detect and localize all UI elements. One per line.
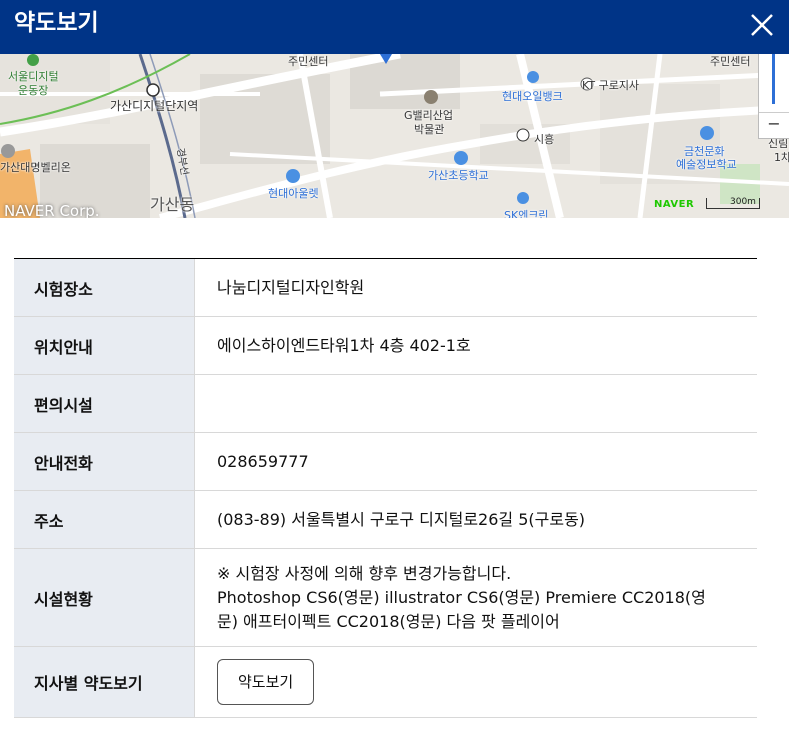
row-label: 위치안내 (14, 317, 194, 374)
branch-map-button[interactable]: 약도보기 (217, 659, 315, 705)
modal-header: 약도보기 (0, 0, 789, 54)
info-table: 시험장소 나눔디지털디자인학원 위치안내 에이스하이엔드타워1차 4층 402-… (14, 258, 757, 718)
row-value: 나눔디지털디자인학원 (194, 259, 757, 316)
zoom-slider[interactable] (772, 54, 775, 104)
row-label: 편의시설 (14, 375, 194, 432)
table-row: 시설현황 ※ 시험장 사정에 의해 향후 변경가능합니다. Photoshop … (14, 549, 757, 647)
row-label: 시설현황 (14, 549, 194, 646)
map-view[interactable]: 주민센터 주민센터 서울디지털 운동장 가산디지털단지역 가산대명벨리온 G밸리… (0, 54, 789, 218)
row-label: 시험장소 (14, 259, 194, 316)
zoom-control[interactable]: − (758, 54, 789, 139)
zoom-out-button[interactable]: − (759, 112, 789, 137)
row-value: 약도보기 (194, 647, 757, 717)
map-graphic (0, 54, 789, 218)
phone-value: 028659777 (194, 433, 757, 490)
facility-value: ※ 시험장 사정에 의해 향후 변경가능합니다. Photoshop CS6(영… (194, 549, 757, 646)
map-label: 가산대명벨리온 (0, 161, 71, 174)
table-row: 시험장소 나눔디지털디자인학원 (14, 259, 757, 317)
facility-note: ※ 시험장 사정에 의해 향후 변경가능합니다. (217, 563, 512, 583)
table-row: 주소 (083-89) 서울특별시 구로구 디지털로26길 5(구로동) (14, 491, 757, 549)
map-label: 현대오일뱅크 (502, 90, 563, 103)
map-label: 예술정보학교 (676, 158, 737, 171)
facility-line: Photoshop CS6(영문) illustrator CS6(영문) Pr… (217, 587, 706, 607)
map-label: 박물관 (414, 123, 445, 136)
modal-title: 약도보기 (14, 10, 99, 36)
table-row: 위치안내 에이스하이엔드타워1차 4층 402-1호 (14, 317, 757, 375)
row-value: 에이스하이엔드타워1차 4층 402-1호 (194, 317, 757, 374)
map-label: 주민센터 (288, 55, 329, 68)
table-row: 안내전화 028659777 (14, 433, 757, 491)
map-label: 가산동 (150, 195, 195, 214)
close-icon[interactable] (747, 10, 777, 40)
row-label: 안내전화 (14, 433, 194, 490)
row-label: 주소 (14, 491, 194, 548)
map-label: 시흥 (534, 133, 555, 146)
map-copyright: NAVER Corp. (4, 202, 100, 218)
map-label: 현대아울렛 (268, 187, 319, 200)
map-label: 1차 (774, 151, 789, 164)
table-row: 지사별 약도보기 약도보기 (14, 647, 757, 718)
map-label: SK엔크린 (504, 209, 549, 218)
map-label: 가산디지털단지역 (110, 99, 199, 113)
address-value: (083-89) 서울특별시 구로구 디지털로26길 5(구로동) (194, 491, 757, 548)
facility-line: 문) 애프터이펙트 CC2018(영문) 다음 팟 플레이어 (217, 611, 560, 631)
row-value (194, 375, 757, 432)
scale-label: 300m (730, 197, 756, 207)
map-label: KT 구로지사 (582, 79, 640, 92)
map-label: 주민센터 (710, 55, 751, 68)
table-row: 편의시설 (14, 375, 757, 433)
naver-logo: NAVER (654, 199, 695, 210)
map-label: 가산초등학교 (428, 169, 489, 182)
map-label: 운동장 (18, 84, 49, 97)
row-label: 지사별 약도보기 (14, 647, 194, 717)
